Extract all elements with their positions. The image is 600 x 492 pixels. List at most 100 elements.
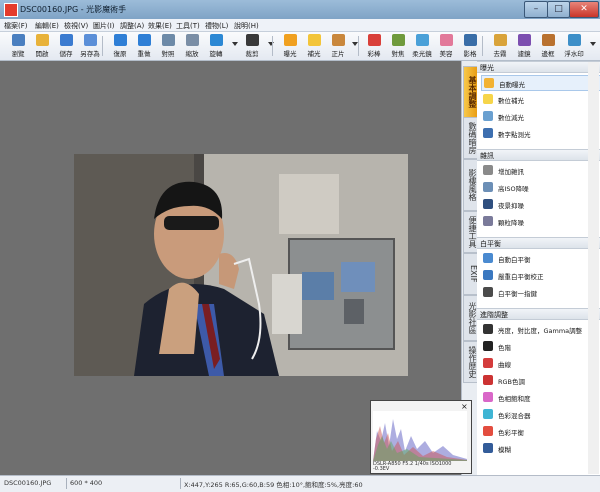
- panel-item[interactable]: 色彩混合器: [481, 407, 599, 421]
- fill-light-icon: [308, 34, 321, 46]
- panel-item[interactable]: 亮度，對比度，Gamma調整: [481, 322, 599, 336]
- panel-item-label: 嚴重白平衡校正: [498, 273, 544, 281]
- panel-item-label: 夜景抑噪: [498, 202, 524, 210]
- histogram-close-icon[interactable]: ×: [461, 402, 468, 411]
- digital-reduce-icon: [483, 111, 493, 121]
- panel-item-label: 數位減光: [498, 114, 524, 122]
- toolbar: 瀏覽 開啟 儲存 另存為 復原 重做 對照 縮放 旋轉 裁剪 曝光 補光 正片 彩棒 對焦 柔光鏡 美容 影格 去霧…: [0, 32, 600, 61]
- panel-item[interactable]: 色彩平衡: [481, 424, 599, 438]
- window-title: DSC00160.JPG - 光影魔術手: [20, 5, 127, 14]
- save-icon: [60, 34, 73, 46]
- tool-label: 旋轉: [209, 50, 223, 58]
- crop-icon: [246, 34, 259, 46]
- color-wand-icon: [368, 34, 381, 46]
- save-as-tool-button[interactable]: 另存為: [78, 33, 102, 59]
- panel-section-header[interactable]: 雜訊⌃: [477, 149, 600, 161]
- digital-fill-icon: [483, 94, 493, 104]
- panel-item[interactable]: 色相飽和度: [481, 390, 599, 404]
- panel-item-label: 自動曝光: [499, 81, 525, 89]
- section-title: 白平衡: [480, 240, 501, 248]
- exif-info: DSLR-A850 F5.2 1/40s ISO1000 -0.3EV: [373, 461, 452, 472]
- menu-item[interactable]: 檢視(V): [64, 21, 88, 31]
- panel-section-header[interactable]: 白平衡⌃: [477, 237, 600, 249]
- soft-light-icon: [416, 34, 429, 46]
- save-as-icon: [84, 34, 97, 46]
- undo-icon: [114, 34, 127, 46]
- panel-item[interactable]: 色階: [481, 339, 599, 353]
- panel-item-label: 曲線: [498, 361, 511, 369]
- panel-item-label: 增加雜訊: [498, 168, 524, 176]
- panel-item[interactable]: 自動白平衡: [481, 251, 599, 265]
- panel-item-label: 色彩平衡: [498, 429, 524, 437]
- border-icon: [542, 34, 555, 46]
- panel-item[interactable]: 模糊: [481, 441, 599, 455]
- chevron-down-icon[interactable]: [590, 42, 596, 46]
- iso-denoise-icon: [483, 182, 493, 192]
- border-tool-button[interactable]: 邊框: [536, 33, 560, 59]
- maximize-button[interactable]: □: [547, 1, 570, 18]
- spot-meter-icon: [483, 128, 493, 138]
- frame-tool-button[interactable]: 影格: [458, 33, 482, 59]
- filter-icon: [518, 34, 531, 46]
- blur-icon: [483, 443, 493, 453]
- panel-item[interactable]: 自動曝光: [481, 75, 600, 91]
- rotate-tool-button[interactable]: 旋轉: [204, 33, 228, 59]
- close-button[interactable]: ✕: [569, 1, 599, 18]
- panel-item[interactable]: 數位補光: [481, 92, 599, 106]
- menu-item[interactable]: 圖片(I): [93, 21, 115, 31]
- add-noise-icon: [483, 165, 493, 175]
- photo-image: [74, 154, 408, 376]
- menu-item[interactable]: 工具(T): [176, 21, 200, 31]
- mixer-icon: [483, 409, 493, 419]
- menu-item[interactable]: 檔案(F): [4, 21, 28, 31]
- auto-wb-icon: [483, 253, 493, 263]
- menu-item[interactable]: 說明(H): [234, 21, 259, 31]
- chevron-down-icon[interactable]: [232, 42, 238, 46]
- menu-item[interactable]: 禮物(L): [205, 21, 228, 31]
- menu-item[interactable]: 編輯(E): [35, 21, 59, 31]
- panel-item[interactable]: 數位減光: [481, 109, 599, 123]
- panel-item-label: 色彩混合器: [498, 412, 531, 420]
- status-bar: DSC00160.JPG 600 * 400 X:447,Y:265 R:65,…: [0, 475, 600, 492]
- night-denoise-icon: [483, 199, 493, 209]
- hue-sat-icon: [483, 392, 493, 402]
- panel-scrollbar[interactable]: [588, 62, 599, 474]
- photo: [74, 154, 408, 376]
- panel-item[interactable]: RGB色調: [481, 373, 599, 387]
- brightness-icon: [483, 324, 493, 334]
- browse-icon: [12, 34, 25, 46]
- film-tool-button[interactable]: 正片: [326, 33, 350, 59]
- panel-item[interactable]: 曲線: [481, 356, 599, 370]
- crop-tool-button[interactable]: 裁剪: [240, 33, 264, 59]
- panel-item[interactable]: 嚴重白平衡校正: [481, 268, 599, 282]
- panel-section-header[interactable]: 曝光⌃: [477, 61, 600, 73]
- panel-item[interactable]: 顆粒降噪: [481, 214, 599, 228]
- panel-item[interactable]: 白平衡一指鍵: [481, 285, 599, 299]
- panel-item-label: 數位補光: [498, 97, 524, 105]
- wb-correct-icon: [483, 270, 493, 280]
- menu-item[interactable]: 效果(E): [148, 21, 172, 31]
- section-title: 進階調整: [480, 311, 508, 319]
- adjustment-panel: 曝光⌃ 自動曝光數位補光數位減光數字點測光雜訊⌃ 增加雜訊高ISO降噪夜景抑噪顆粒降…: [477, 61, 600, 475]
- panel-item[interactable]: 夜景抑噪: [481, 197, 599, 211]
- panel-item[interactable]: 高ISO降噪: [481, 180, 599, 194]
- panel-item[interactable]: 增加雜訊: [481, 163, 599, 177]
- panel-item[interactable]: 數字點測光: [481, 126, 599, 140]
- panel-item-label: 亮度，對比度，Gamma調整: [498, 327, 583, 335]
- menu-item[interactable]: 調整(A): [120, 21, 144, 31]
- toolbar-separator: [482, 36, 483, 56]
- chevron-down-icon[interactable]: [268, 42, 274, 46]
- panel-item-label: 顆粒降噪: [498, 219, 524, 227]
- toolbar-separator: [102, 36, 103, 56]
- panel-item-label: 數字點測光: [498, 131, 531, 139]
- panel-section-header[interactable]: 進階調整⌃: [477, 308, 600, 320]
- watermark-icon: [568, 34, 581, 46]
- section-title: 曝光: [480, 64, 494, 72]
- minimize-button[interactable]: –: [524, 1, 548, 18]
- wb-picker-icon: [483, 287, 493, 297]
- redo-icon: [138, 34, 151, 46]
- section-title: 雜訊: [480, 152, 494, 160]
- watermark-tool-button[interactable]: 浮水印: [562, 33, 586, 59]
- toolbar-separator: [358, 36, 359, 56]
- dehaze-icon: [494, 34, 507, 46]
